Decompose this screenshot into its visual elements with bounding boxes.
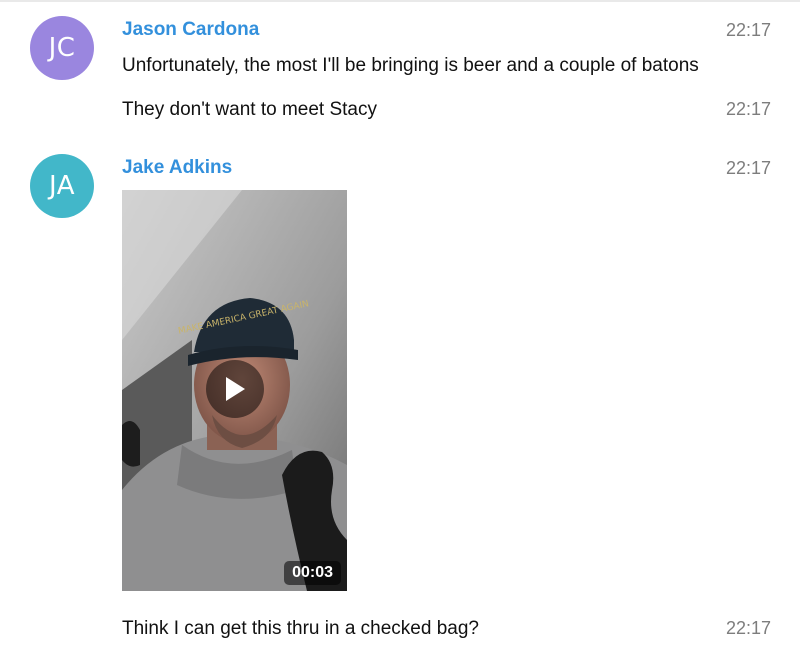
message-timestamp: 22:17 [725, 618, 771, 638]
video-duration: 00:03 [284, 561, 341, 585]
avatar-jason-cardona[interactable]: JC [30, 16, 94, 80]
sender-name-jake-adkins[interactable]: Jake Adkins [122, 157, 232, 179]
message-text: Unfortunately, the most I'll be bringing… [122, 55, 699, 76]
message-timestamp: 22:17 [725, 158, 771, 178]
video-message[interactable]: MAKE AMERICA GREAT AGAIN 00:03 [122, 190, 347, 591]
sender-name-jason-cardona[interactable]: Jason Cardona [122, 19, 259, 41]
message-timestamp: 22:17 [725, 20, 771, 40]
play-button[interactable] [206, 360, 264, 418]
play-icon [226, 377, 245, 401]
top-divider [0, 0, 800, 2]
avatar-jake-adkins[interactable]: JA [30, 154, 94, 218]
message-text: Think I can get this thru in a checked b… [122, 618, 479, 639]
message-timestamp: 22:17 [725, 99, 771, 119]
message-text: They don't want to meet Stacy [122, 99, 377, 120]
